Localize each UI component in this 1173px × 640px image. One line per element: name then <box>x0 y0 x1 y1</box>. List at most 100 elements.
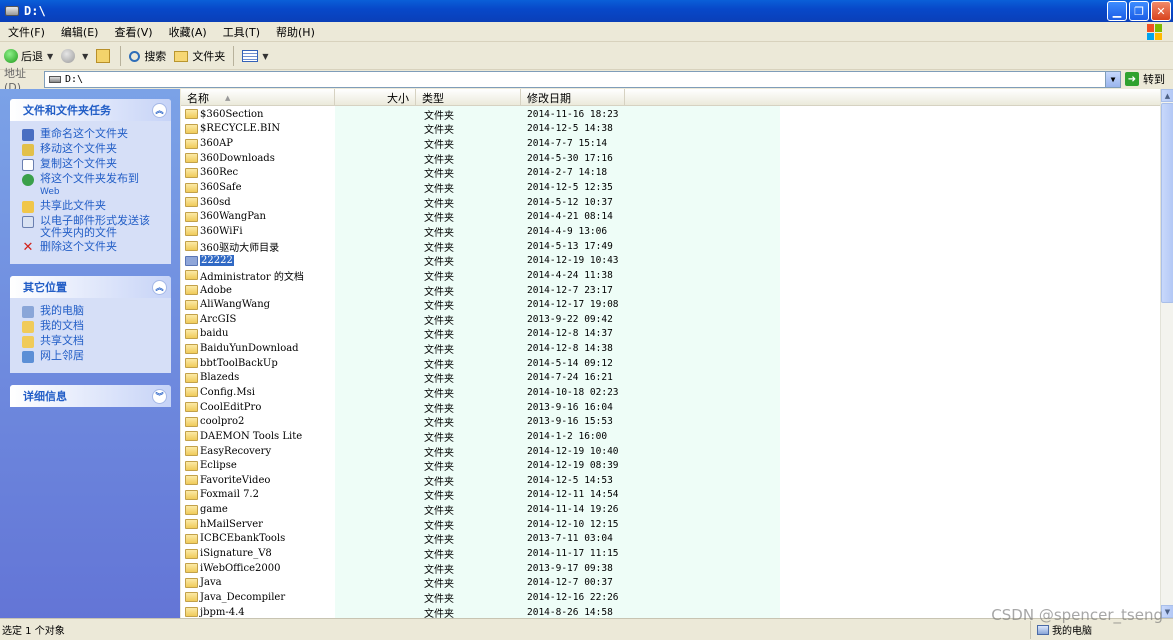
file-row[interactable]: CoolEditPro 文件夹 2013-9-16 16:04 <box>181 400 1160 415</box>
file-name-cell[interactable]: Administrator 的文档 <box>181 268 416 283</box>
file-name-cell[interactable]: 360WiFi <box>181 226 416 237</box>
file-row[interactable]: Adobe 文件夹 2014-12-7 23:17 <box>181 283 1160 298</box>
task-rename[interactable]: 重命名这个文件夹 <box>22 128 165 141</box>
file-row[interactable]: bbtToolBackUp 文件夹 2014-5-14 09:12 <box>181 356 1160 371</box>
file-tasks-header[interactable]: 文件和文件夹任务 ︽ <box>10 99 171 121</box>
file-row[interactable]: 360AP 文件夹 2014-7-7 15:14 <box>181 136 1160 151</box>
forward-dropdown-icon[interactable]: ▼ <box>82 52 88 61</box>
minimize-button[interactable]: ▁ <box>1107 1 1127 21</box>
file-row[interactable]: game 文件夹 2014-11-14 19:26 <box>181 502 1160 517</box>
scroll-thumb[interactable] <box>1161 103 1173 303</box>
task-delete[interactable]: ✕ 删除这个文件夹 <box>22 241 165 255</box>
header-modified[interactable]: 修改日期 <box>521 89 625 106</box>
menu-help[interactable]: 帮助(H) <box>268 24 323 40</box>
place-shared-documents[interactable]: 共享文档 <box>22 335 165 348</box>
file-name-cell[interactable]: $360Section <box>181 109 416 120</box>
file-row[interactable]: Java 文件夹 2014-12-7 00:37 <box>181 576 1160 590</box>
file-list[interactable]: 名称 ▲ 大小 类型 修改日期 $360Section 文件夹 2014-11-16 … <box>181 89 1160 618</box>
file-name-cell[interactable]: 360AP <box>181 138 416 149</box>
file-name-cell[interactable]: iSignature_V8 <box>181 548 416 559</box>
file-name-cell[interactable]: ICBCEbankTools <box>181 533 416 544</box>
file-row[interactable]: baidu 文件夹 2014-12-8 14:37 <box>181 327 1160 341</box>
details-header[interactable]: 详细信息 ︾ <box>10 385 171 407</box>
file-row[interactable]: BaiduYunDownload 文件夹 2014-12-8 14:38 <box>181 341 1160 356</box>
file-row[interactable]: Blazeds 文件夹 2014-7-24 16:21 <box>181 371 1160 385</box>
place-my-computer[interactable]: 我的电脑 <box>22 305 165 318</box>
task-share[interactable]: 共享此文件夹 <box>22 200 165 213</box>
file-name-cell[interactable]: Config.Msi <box>181 387 416 398</box>
file-row[interactable]: DAEMON Tools Lite 文件夹 2014-1-2 16:00 <box>181 429 1160 444</box>
file-row[interactable]: 360Downloads 文件夹 2014-5-30 17:16 <box>181 151 1160 166</box>
collapse-icon[interactable]: ︽ <box>152 102 167 118</box>
file-name-cell[interactable]: AliWangWang <box>181 299 416 310</box>
file-row[interactable]: Config.Msi 文件夹 2014-10-18 02:23 <box>181 385 1160 400</box>
file-row[interactable]: coolpro2 文件夹 2013-9-16 15:53 <box>181 414 1160 429</box>
file-name-cell[interactable]: EasyRecovery <box>181 446 416 457</box>
file-name-cell[interactable]: game <box>181 504 416 515</box>
file-row[interactable]: AliWangWang 文件夹 2014-12-17 19:08 <box>181 297 1160 312</box>
file-row[interactable]: ICBCEbankTools 文件夹 2013-7-11 03:04 <box>181 532 1160 546</box>
file-name-cell[interactable]: 360Safe <box>181 182 416 193</box>
file-row[interactable]: ArcGIS 文件夹 2013-9-22 09:42 <box>181 312 1160 327</box>
file-name-cell[interactable]: ArcGIS <box>181 314 416 325</box>
file-row[interactable]: 360Rec 文件夹 2014-2-7 14:18 <box>181 166 1160 180</box>
place-my-documents[interactable]: 我的文档 <box>22 320 165 333</box>
file-name-cell[interactable]: FavoriteVideo <box>181 475 416 486</box>
file-row[interactable]: 360WangPan 文件夹 2014-4-21 08:14 <box>181 209 1160 224</box>
file-row[interactable]: iSignature_V8 文件夹 2014-11-17 11:15 <box>181 546 1160 561</box>
menu-edit[interactable]: 编辑(E) <box>53 24 107 40</box>
file-row[interactable]: 360WiFi 文件夹 2014-4-9 13:06 <box>181 224 1160 239</box>
file-row[interactable]: 360驱动大师目录 文件夹 2014-5-13 17:49 <box>181 239 1160 254</box>
task-move[interactable]: 移动这个文件夹 <box>22 143 165 156</box>
file-name-cell[interactable]: 360Rec <box>181 167 416 178</box>
file-row[interactable]: EasyRecovery 文件夹 2014-12-19 10:40 <box>181 444 1160 459</box>
file-name-cell[interactable]: 360sd <box>181 197 416 208</box>
task-publish-web[interactable]: 将这个文件夹发布到 Web <box>22 173 165 198</box>
file-row[interactable]: hMailServer 文件夹 2014-12-10 12:15 <box>181 517 1160 532</box>
file-row[interactable]: iWebOffice2000 文件夹 2013-9-17 09:38 <box>181 561 1160 576</box>
header-name[interactable]: 名称 ▲ <box>181 89 335 106</box>
address-input[interactable]: D:\ ▼ <box>44 71 1121 88</box>
file-row[interactable]: 360Safe 文件夹 2014-12-5 12:35 <box>181 180 1160 195</box>
file-name-cell[interactable]: Java_Decompiler <box>181 592 416 603</box>
file-name-cell[interactable]: hMailServer <box>181 519 416 530</box>
file-row[interactable]: 360sd 文件夹 2014-5-12 10:37 <box>181 195 1160 210</box>
views-button[interactable]: ▼ <box>238 44 272 68</box>
menu-view[interactable]: 查看(V) <box>106 24 160 40</box>
place-network[interactable]: 网上邻居 <box>22 350 165 363</box>
file-name-cell[interactable]: Adobe <box>181 285 416 296</box>
file-name-cell[interactable]: 360驱动大师目录 <box>181 239 416 254</box>
close-button[interactable]: ✕ <box>1151 1 1171 21</box>
file-name-cell[interactable]: 360WangPan <box>181 211 416 222</box>
file-name-cell[interactable]: 22222 <box>181 255 416 267</box>
file-row[interactable]: Administrator 的文档 文件夹 2014-4-24 11:38 <box>181 268 1160 283</box>
file-row[interactable]: FavoriteVideo 文件夹 2014-12-5 14:53 <box>181 473 1160 488</box>
maximize-button[interactable]: ❐ <box>1129 1 1149 21</box>
file-name-cell[interactable]: Java <box>181 577 416 588</box>
file-name-cell[interactable]: baidu <box>181 328 416 339</box>
file-name-cell[interactable]: CoolEditPro <box>181 402 416 413</box>
menu-tools[interactable]: 工具(T) <box>215 24 268 40</box>
header-type[interactable]: 类型 <box>416 89 521 106</box>
file-name-cell[interactable]: 360Downloads <box>181 153 416 164</box>
menu-file[interactable]: 文件(F) <box>0 24 53 40</box>
search-button[interactable]: 搜索 <box>125 44 170 68</box>
file-name-cell[interactable]: Eclipse <box>181 460 416 471</box>
task-copy[interactable]: 复制这个文件夹 <box>22 158 165 171</box>
file-row[interactable]: 22222 文件夹 2014-12-19 10:43 <box>181 253 1160 268</box>
file-name-cell[interactable]: jbpm-4.4 <box>181 607 416 618</box>
go-button[interactable]: ➜ 转到 <box>1125 71 1165 87</box>
collapse-icon[interactable]: ︽ <box>152 279 167 295</box>
file-row[interactable]: Eclipse 文件夹 2014-12-19 08:39 <box>181 458 1160 473</box>
file-name-cell[interactable]: DAEMON Tools Lite <box>181 431 416 442</box>
expand-icon[interactable]: ︾ <box>152 388 167 404</box>
task-email[interactable]: 以电子邮件形式发送该 文件夹内的文件 <box>22 215 165 239</box>
file-row[interactable]: Java_Decompiler 文件夹 2014-12-16 22:26 <box>181 590 1160 605</box>
file-name-cell[interactable]: coolpro2 <box>181 416 416 427</box>
up-folder-button[interactable] <box>92 44 116 68</box>
file-name-cell[interactable]: bbtToolBackUp <box>181 358 416 369</box>
vertical-scrollbar[interactable]: ▲ ▼ <box>1160 89 1173 618</box>
file-row[interactable]: $360Section 文件夹 2014-11-16 18:23 <box>181 107 1160 122</box>
menu-favorites[interactable]: 收藏(A) <box>161 24 215 40</box>
back-dropdown-icon[interactable]: ▼ <box>47 52 53 61</box>
